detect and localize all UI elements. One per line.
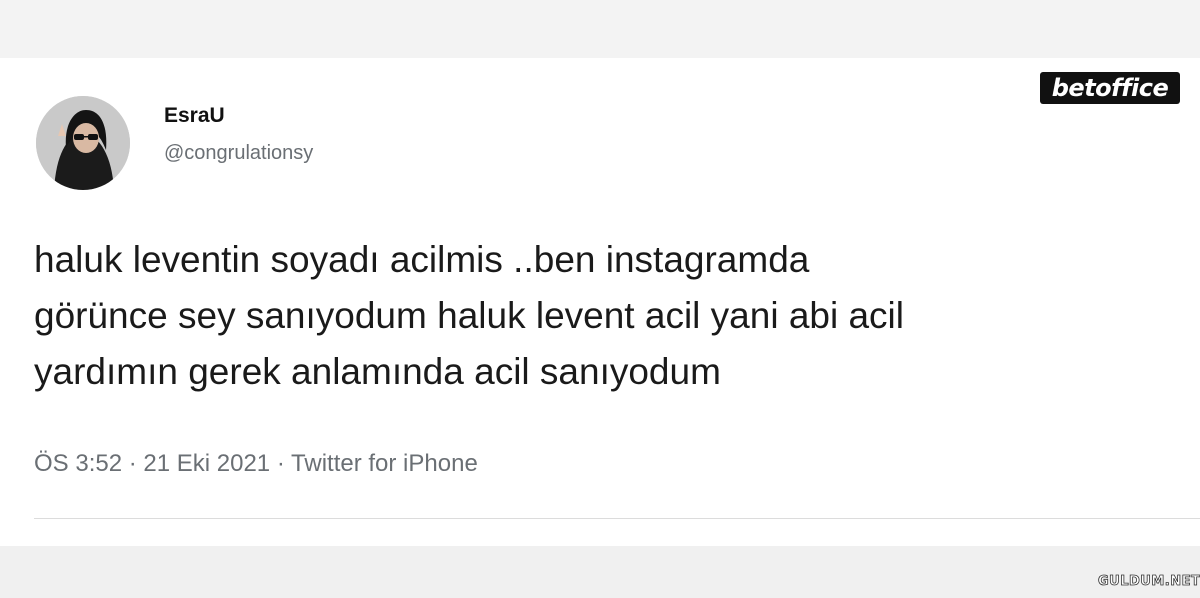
top-strip	[0, 0, 1200, 58]
user-handle[interactable]: @congrulationsy	[164, 142, 313, 165]
site-watermark: GULDUM.NET	[1098, 574, 1200, 590]
tweet-text: haluk leventin soyadı acilmis ..ben inst…	[34, 239, 904, 392]
divider	[34, 518, 1200, 519]
display-name[interactable]: EsraU	[164, 104, 225, 128]
avatar[interactable]	[36, 96, 130, 190]
bottom-strip	[0, 546, 1200, 598]
tweet-card: EsraU @congrulationsy haluk leventin soy…	[0, 58, 1200, 546]
avatar-photo-icon	[36, 96, 130, 190]
brand-logo: betoffice	[1040, 72, 1180, 104]
tweet-meta[interactable]: ÖS 3:52 · 21 Eki 2021 · Twitter for iPho…	[34, 450, 478, 478]
